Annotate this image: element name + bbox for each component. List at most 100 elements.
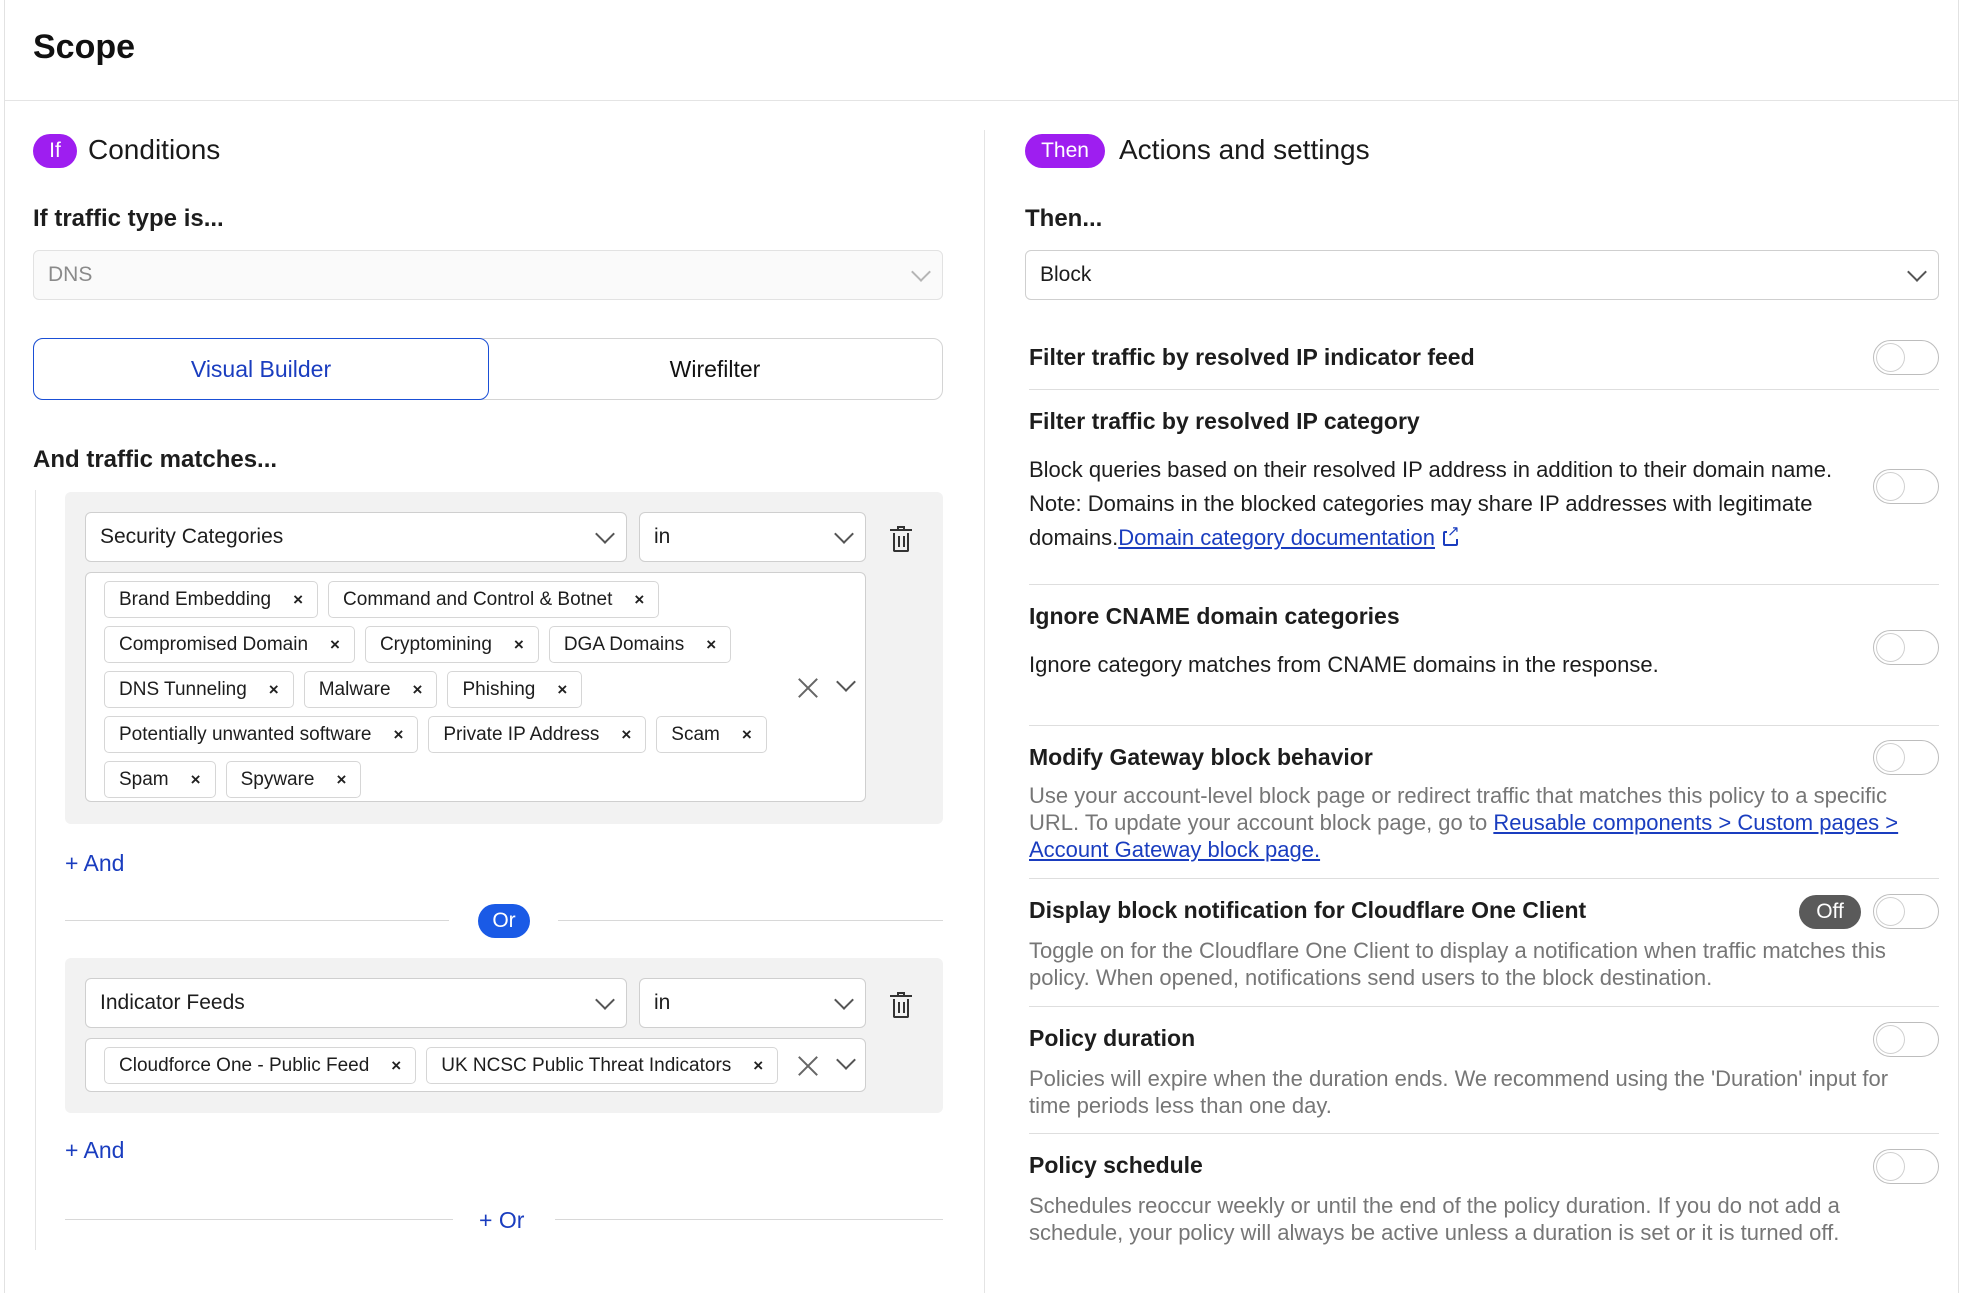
then-label: Then...: [1025, 205, 1103, 232]
chevron-down-icon: [1907, 262, 1927, 282]
builder-toggle: Visual Builder Wirefilter: [33, 338, 943, 400]
add-or-divider-left: [65, 1219, 453, 1220]
header-divider: [5, 100, 1958, 101]
value-tag: DGA Domains ×: [548, 626, 732, 663]
chevron-down-icon[interactable]: [836, 1050, 856, 1070]
chevron-down-icon: [911, 262, 931, 282]
value-tag: Command and Control & Botnet ×: [328, 581, 660, 618]
traffic-matches-label: And traffic matches...: [33, 446, 278, 473]
add-or-button[interactable]: + Or: [479, 1207, 524, 1234]
notification-title: Display block notification for Cloudflar…: [1029, 897, 1587, 923]
ip-category-toggle[interactable]: [1873, 469, 1939, 504]
remove-tag-icon[interactable]: ×: [514, 635, 524, 655]
or-divider-left: [65, 920, 449, 921]
conditions-heading: Conditions: [88, 134, 221, 165]
values-multiselect[interactable]: Cloudforce One - Public Feed × UK NCSC Pu…: [85, 1038, 866, 1092]
remove-tag-icon[interactable]: ×: [557, 680, 567, 700]
remove-tag-icon[interactable]: ×: [413, 680, 423, 700]
action-value: Block: [1040, 263, 1092, 286]
remove-tag-icon[interactable]: ×: [391, 1056, 401, 1076]
add-or-divider-right: [555, 1219, 943, 1220]
clear-all-icon[interactable]: [797, 677, 819, 699]
notification-desc: Toggle on for the Cloudflare One Client …: [1029, 938, 1886, 990]
value-tag: Scam ×: [656, 716, 767, 753]
chevron-down-icon[interactable]: [836, 672, 856, 692]
tab-visual-builder[interactable]: Visual Builder: [33, 338, 489, 400]
off-status-badge: Off: [1799, 895, 1861, 929]
traffic-type-label: If traffic type is...: [33, 205, 224, 232]
ip-category-title: Filter traffic by resolved IP category: [1029, 408, 1420, 434]
condition-group-1: Security Categories in Brand Embedding × …: [65, 492, 943, 824]
cname-desc: Ignore category matches from CNAME domai…: [1029, 652, 1659, 677]
value-tags: Cloudforce One - Public Feed × UK NCSC Pu…: [104, 1047, 784, 1084]
value-tag: Cryptomining ×: [364, 626, 539, 663]
ip-feed-title: Filter traffic by resolved IP indicator …: [1029, 344, 1475, 370]
domain-category-docs-link[interactable]: Domain category documentation: [1118, 525, 1435, 550]
operator-value: in: [654, 525, 671, 548]
value-tag: Spam ×: [104, 761, 216, 798]
divider: [1029, 878, 1939, 879]
add-and-button[interactable]: + And: [65, 850, 124, 877]
divider: [1029, 389, 1939, 390]
value-tag: Cloudforce One - Public Feed ×: [104, 1047, 417, 1084]
selector-value: Indicator Feeds: [100, 991, 245, 1014]
selector-select[interactable]: Security Categories: [85, 512, 627, 562]
schedule-toggle[interactable]: [1873, 1149, 1939, 1184]
chevron-down-icon: [834, 990, 854, 1010]
cname-title: Ignore CNAME domain categories: [1029, 603, 1400, 629]
value-tag: Brand Embedding ×: [104, 581, 319, 618]
duration-toggle[interactable]: [1873, 1022, 1939, 1057]
operator-select[interactable]: in: [639, 978, 866, 1028]
chevron-down-icon: [595, 524, 615, 544]
traffic-type-select: DNS: [33, 250, 943, 300]
external-link-icon: [1443, 524, 1460, 546]
value-tag: Compromised Domain ×: [104, 626, 355, 663]
value-tag: Malware ×: [303, 671, 438, 708]
traffic-type-value: DNS: [48, 263, 93, 286]
delete-condition-icon[interactable]: [890, 992, 912, 1018]
remove-tag-icon[interactable]: ×: [706, 635, 716, 655]
or-divider-right: [558, 920, 943, 921]
column-divider: [984, 130, 985, 1293]
remove-tag-icon[interactable]: ×: [330, 635, 340, 655]
chevron-down-icon: [595, 990, 615, 1010]
block-behavior-toggle[interactable]: [1873, 740, 1939, 775]
values-multiselect[interactable]: Brand Embedding × Command and Control & B…: [85, 572, 866, 802]
condition-group-2: Indicator Feeds in Cloudforce One - Publ…: [65, 958, 943, 1113]
action-select[interactable]: Block: [1025, 250, 1939, 300]
remove-tag-icon[interactable]: ×: [269, 680, 279, 700]
remove-tag-icon[interactable]: ×: [742, 725, 752, 745]
value-tag: Spyware ×: [225, 761, 362, 798]
ip-feed-toggle[interactable]: [1873, 340, 1939, 375]
scope-panel: Scope If Conditions If traffic type is..…: [4, 0, 1959, 1293]
tab-wirefilter[interactable]: Wirefilter: [488, 339, 942, 399]
remove-tag-icon[interactable]: ×: [393, 725, 403, 745]
divider: [1029, 725, 1939, 726]
operator-select[interactable]: in: [639, 512, 866, 562]
or-badge: Or: [478, 904, 530, 938]
value-tags: Brand Embedding × Command and Control & B…: [104, 581, 784, 798]
duration-desc: Policies will expire when the duration e…: [1029, 1066, 1889, 1118]
remove-tag-icon[interactable]: ×: [191, 770, 201, 790]
schedule-title: Policy schedule: [1029, 1152, 1203, 1178]
value-tag: Phishing ×: [447, 671, 583, 708]
cname-toggle[interactable]: [1873, 630, 1939, 665]
remove-tag-icon[interactable]: ×: [634, 590, 644, 610]
add-and-button[interactable]: + And: [65, 1137, 124, 1164]
operator-value: in: [654, 991, 671, 1014]
clear-all-icon[interactable]: [797, 1055, 819, 1077]
divider: [1029, 1133, 1939, 1134]
divider: [1029, 1006, 1939, 1007]
remove-tag-icon[interactable]: ×: [753, 1056, 763, 1076]
remove-tag-icon[interactable]: ×: [621, 725, 631, 745]
value-tag: Potentially unwanted software ×: [104, 716, 419, 753]
remove-tag-icon[interactable]: ×: [337, 770, 347, 790]
value-tag: UK NCSC Public Threat Indicators ×: [426, 1047, 779, 1084]
notification-toggle[interactable]: [1873, 894, 1939, 929]
duration-title: Policy duration: [1029, 1025, 1196, 1051]
value-tag: DNS Tunneling ×: [104, 671, 294, 708]
selector-select[interactable]: Indicator Feeds: [85, 978, 627, 1028]
remove-tag-icon[interactable]: ×: [293, 590, 303, 610]
delete-condition-icon[interactable]: [890, 526, 912, 552]
actions-heading: Actions and settings: [1119, 134, 1370, 165]
